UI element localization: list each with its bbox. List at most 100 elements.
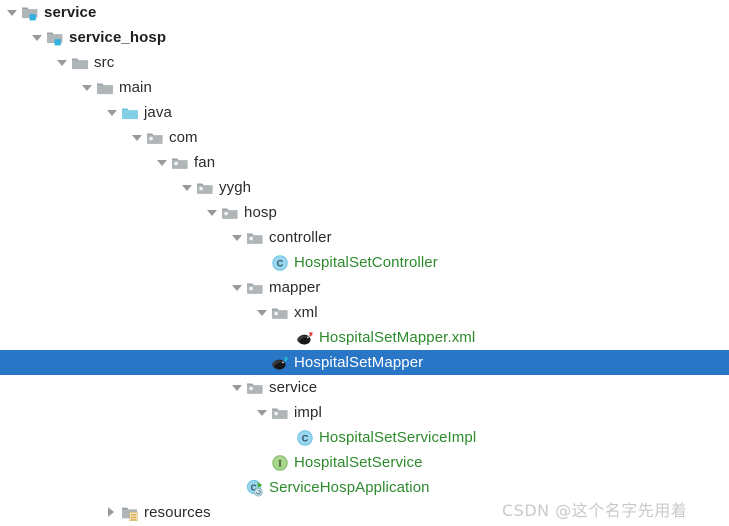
tree-row[interactable]: I HospitalSetService: [0, 450, 729, 475]
tree-row[interactable]: main: [0, 75, 729, 100]
tree-row[interactable]: xml: [0, 300, 729, 325]
resources-folder-icon: [120, 503, 140, 523]
mybatis-xml-icon: [295, 328, 315, 348]
tree-row[interactable]: yygh: [0, 175, 729, 200]
chevron-down-icon[interactable]: [129, 125, 145, 150]
tree-row[interactable]: C ServiceHospApplication: [0, 475, 729, 500]
chevron-down-icon[interactable]: [29, 25, 45, 50]
tree-row[interactable]: HospitalSetMapper.xml: [0, 325, 729, 350]
chevron-down-icon[interactable]: [179, 175, 195, 200]
chevron-down-icon[interactable]: [229, 375, 245, 400]
package-icon: [220, 203, 240, 223]
package-icon: [145, 128, 165, 148]
tree-row-label: resources: [144, 503, 211, 521]
tree-row-label: ServiceHospApplication: [269, 478, 430, 496]
package-icon: [245, 378, 265, 398]
package-icon: [170, 153, 190, 173]
chevron-down-icon[interactable]: [204, 200, 220, 225]
tree-row-label: HospitalSetServiceImpl: [319, 428, 477, 446]
package-icon: [195, 178, 215, 198]
chevron-down-icon[interactable]: [4, 0, 20, 25]
chevron-right-icon[interactable]: [104, 500, 120, 525]
tree-row[interactable]: src: [0, 50, 729, 75]
tree-row-label: service_hosp: [69, 28, 167, 46]
tree-row-label: main: [119, 78, 152, 96]
package-icon: [245, 278, 265, 298]
package-icon: [270, 403, 290, 423]
tree-row-label: HospitalSetMapper.xml: [319, 328, 476, 346]
svg-text:I: I: [278, 458, 282, 468]
tree-row[interactable]: service: [0, 0, 729, 25]
tree-row-label: service: [269, 378, 318, 396]
tree-row[interactable]: hosp: [0, 200, 729, 225]
tree-row-label: service: [44, 3, 97, 21]
source-folder-icon: [120, 103, 140, 123]
tree-row-label: xml: [294, 303, 318, 321]
tree-twisty-placeholder: [254, 350, 270, 375]
folder-icon: [70, 53, 90, 73]
tree-row[interactable]: mapper: [0, 275, 729, 300]
chevron-down-icon[interactable]: [79, 75, 95, 100]
java-class-icon: C: [270, 253, 290, 273]
chevron-down-icon[interactable]: [154, 150, 170, 175]
tree-row[interactable]: C HospitalSetController: [0, 250, 729, 275]
tree-twisty-placeholder: [229, 475, 245, 500]
spring-boot-app-icon: C: [245, 478, 265, 498]
chevron-down-icon[interactable]: [254, 400, 270, 425]
tree-row-label: impl: [294, 403, 322, 421]
chevron-down-icon[interactable]: [104, 100, 120, 125]
tree-row[interactable]: com: [0, 125, 729, 150]
tree-row-label: java: [144, 103, 172, 121]
tree-row-label: yygh: [219, 178, 252, 196]
module-folder-icon: [20, 3, 40, 23]
java-class-icon: C: [295, 428, 315, 448]
svg-text:C: C: [277, 258, 284, 268]
tree-row[interactable]: HospitalSetMapper: [0, 350, 729, 375]
tree-row[interactable]: service_hosp: [0, 25, 729, 50]
folder-icon: [95, 78, 115, 98]
package-icon: [270, 303, 290, 323]
chevron-down-icon[interactable]: [254, 300, 270, 325]
tree-twisty-placeholder: [279, 425, 295, 450]
tree-row-label: HospitalSetMapper: [294, 353, 424, 371]
svg-text:C: C: [302, 433, 309, 443]
tree-row-label: controller: [269, 228, 332, 246]
mybatis-mapper-icon: [270, 353, 290, 373]
chevron-down-icon[interactable]: [54, 50, 70, 75]
tree-row[interactable]: java: [0, 100, 729, 125]
tree-row[interactable]: controller: [0, 225, 729, 250]
tree-row[interactable]: fan: [0, 150, 729, 175]
tree-row[interactable]: service: [0, 375, 729, 400]
tree-row[interactable]: resources: [0, 500, 729, 525]
tree-row[interactable]: impl: [0, 400, 729, 425]
tree-row[interactable]: C HospitalSetServiceImpl: [0, 425, 729, 450]
module-folder-icon: [45, 28, 65, 48]
project-tree[interactable]: service service_hosp src main java com f…: [0, 0, 729, 526]
tree-row-label: com: [169, 128, 198, 146]
tree-twisty-placeholder: [279, 325, 295, 350]
tree-row-label: src: [94, 53, 115, 71]
chevron-down-icon[interactable]: [229, 225, 245, 250]
chevron-down-icon[interactable]: [229, 275, 245, 300]
java-interface-icon: I: [270, 453, 290, 473]
tree-row-label: fan: [194, 153, 216, 171]
tree-row-label: HospitalSetService: [294, 453, 423, 471]
tree-row-label: mapper: [269, 278, 321, 296]
